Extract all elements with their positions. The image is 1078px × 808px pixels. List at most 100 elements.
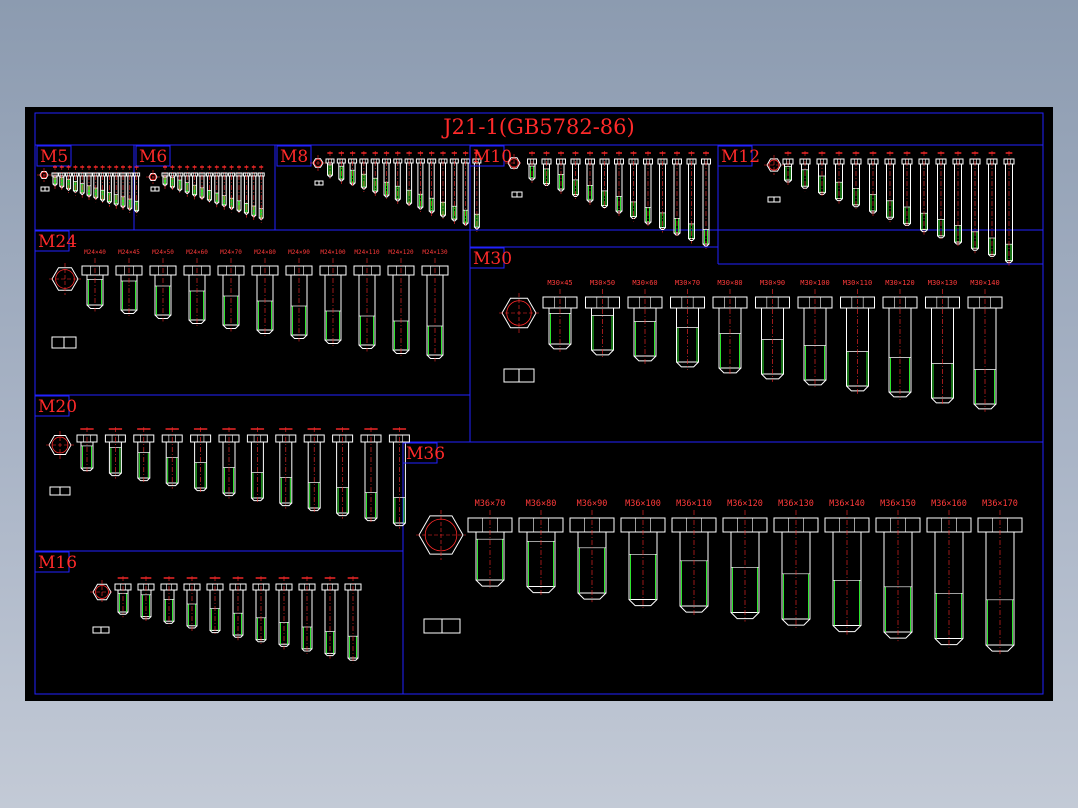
bolt-size-label: M24×110 bbox=[354, 249, 380, 256]
bolt bbox=[1003, 151, 1015, 266]
bolt: M24×130 bbox=[421, 249, 449, 362]
bolt bbox=[176, 165, 184, 195]
bolt bbox=[183, 165, 191, 197]
bolt: M30×110 bbox=[840, 279, 875, 394]
bolt-size-label: M24×50 bbox=[152, 249, 174, 256]
bolt-size-label: M30×120 bbox=[885, 279, 915, 287]
bolt-size-label: M24×70 bbox=[220, 249, 242, 256]
section-label: M30 bbox=[473, 249, 512, 269]
section-label: M8 bbox=[280, 147, 308, 167]
bolt bbox=[701, 151, 711, 249]
bolt-size-label: M36×160 bbox=[931, 499, 967, 509]
bolt-size-label: M30×50 bbox=[590, 279, 615, 287]
bolt bbox=[461, 151, 471, 228]
bolt-size-label: M30×45 bbox=[547, 279, 572, 287]
bolt-shank bbox=[781, 531, 811, 620]
bolt: M24×45 bbox=[115, 249, 143, 317]
section-m12: M12 bbox=[717, 145, 760, 167]
bolt: M36×140 bbox=[824, 499, 870, 635]
bolt bbox=[160, 576, 178, 627]
bolt: M30×140 bbox=[967, 279, 1003, 412]
bolt bbox=[657, 151, 668, 233]
bolt-size-label: M36×150 bbox=[880, 499, 916, 509]
bolt-drawings: M5 M6 M8 M10 M12 M24 M24×40 M24×45 M24×50 M24×60 M… bbox=[34, 145, 1023, 664]
bolt: M36×100 bbox=[620, 499, 666, 609]
drawing-sheet: J21-1(GB5782-86) M5 M6 M8 M10 M12 M24 M24×40 M2… bbox=[25, 107, 1053, 701]
bolt-size-label: M30×60 bbox=[632, 279, 657, 287]
bolt bbox=[672, 151, 682, 238]
bolt bbox=[114, 576, 132, 618]
cad-drawing: J21-1(GB5782-86) M5 M6 M8 M10 M12 M24 M24×40 M2… bbox=[34, 112, 1044, 695]
bolt bbox=[99, 165, 107, 205]
bolt-shank bbox=[221, 175, 227, 206]
bolt: M30×60 bbox=[627, 279, 663, 364]
bolt-size-label: M30×110 bbox=[843, 279, 873, 287]
section-label: M16 bbox=[38, 553, 77, 573]
bolt: M36×90 bbox=[569, 499, 615, 603]
bolt-size-label: M24×90 bbox=[288, 249, 310, 256]
bolt-size-label: M36×110 bbox=[676, 499, 712, 509]
bolt bbox=[198, 165, 206, 202]
bolt: M36×150 bbox=[875, 499, 921, 642]
bolt bbox=[206, 576, 224, 636]
bolt bbox=[228, 165, 236, 213]
bolt: M36×170 bbox=[977, 499, 1023, 655]
bolt bbox=[359, 151, 369, 192]
bolt bbox=[969, 151, 981, 254]
bolt: M24×70 bbox=[217, 249, 245, 332]
bolt bbox=[71, 165, 79, 196]
bolt-size-label: M30×80 bbox=[717, 279, 742, 287]
bolt: M24×120 bbox=[387, 249, 415, 357]
bolt bbox=[76, 427, 98, 474]
bolt bbox=[161, 427, 183, 489]
bolt-size-label: M30×100 bbox=[800, 279, 830, 287]
bolt bbox=[191, 165, 199, 200]
bolt-size-label: M24×80 bbox=[254, 249, 276, 256]
bolt bbox=[336, 151, 346, 184]
section-m5: M5 bbox=[36, 145, 72, 167]
bolt: M36×120 bbox=[722, 499, 768, 622]
bolt bbox=[85, 165, 93, 200]
bolt bbox=[133, 427, 155, 484]
bolt bbox=[986, 151, 998, 260]
bolt bbox=[344, 576, 362, 664]
bolt bbox=[213, 165, 221, 208]
bolt: M24×90 bbox=[285, 249, 313, 342]
bolt bbox=[161, 165, 169, 189]
bolt: M30×90 bbox=[755, 279, 790, 382]
bolt-size-label: M24×130 bbox=[422, 249, 448, 256]
bolt: M36×70 bbox=[467, 499, 513, 590]
section-label: M12 bbox=[721, 147, 760, 167]
bolt bbox=[556, 151, 566, 194]
bolt-size-label: M36×170 bbox=[982, 499, 1018, 509]
bolt bbox=[242, 165, 250, 218]
bolt bbox=[321, 576, 339, 659]
bolt bbox=[438, 151, 448, 220]
bolt bbox=[527, 151, 537, 183]
bolt bbox=[599, 151, 610, 211]
bolt bbox=[275, 576, 293, 650]
bolt bbox=[952, 151, 964, 247]
bolt: M36×160 bbox=[926, 499, 972, 648]
section-m8: M8 bbox=[276, 145, 312, 167]
bolt-size-label: M36×70 bbox=[475, 499, 506, 509]
bolt bbox=[884, 151, 896, 223]
bolt-size-label: M36×140 bbox=[829, 499, 865, 509]
bolt bbox=[643, 151, 653, 227]
bolt: M24×100 bbox=[319, 249, 347, 347]
bolt bbox=[614, 151, 624, 216]
section-m6: M6 bbox=[135, 145, 171, 167]
bolt bbox=[275, 427, 297, 509]
bolt bbox=[137, 576, 155, 622]
bolt bbox=[935, 151, 947, 241]
bolt bbox=[370, 151, 380, 196]
bolt bbox=[257, 165, 265, 223]
bolt: M24×110 bbox=[353, 249, 381, 352]
bolt bbox=[325, 151, 335, 180]
bolt bbox=[782, 151, 794, 185]
bolt bbox=[51, 165, 59, 189]
bolt-size-label: M30×70 bbox=[675, 279, 700, 287]
bolt: M36×110 bbox=[671, 499, 717, 616]
bolt-size-label: M36×90 bbox=[577, 499, 608, 509]
bolt: M36×130 bbox=[773, 499, 819, 629]
